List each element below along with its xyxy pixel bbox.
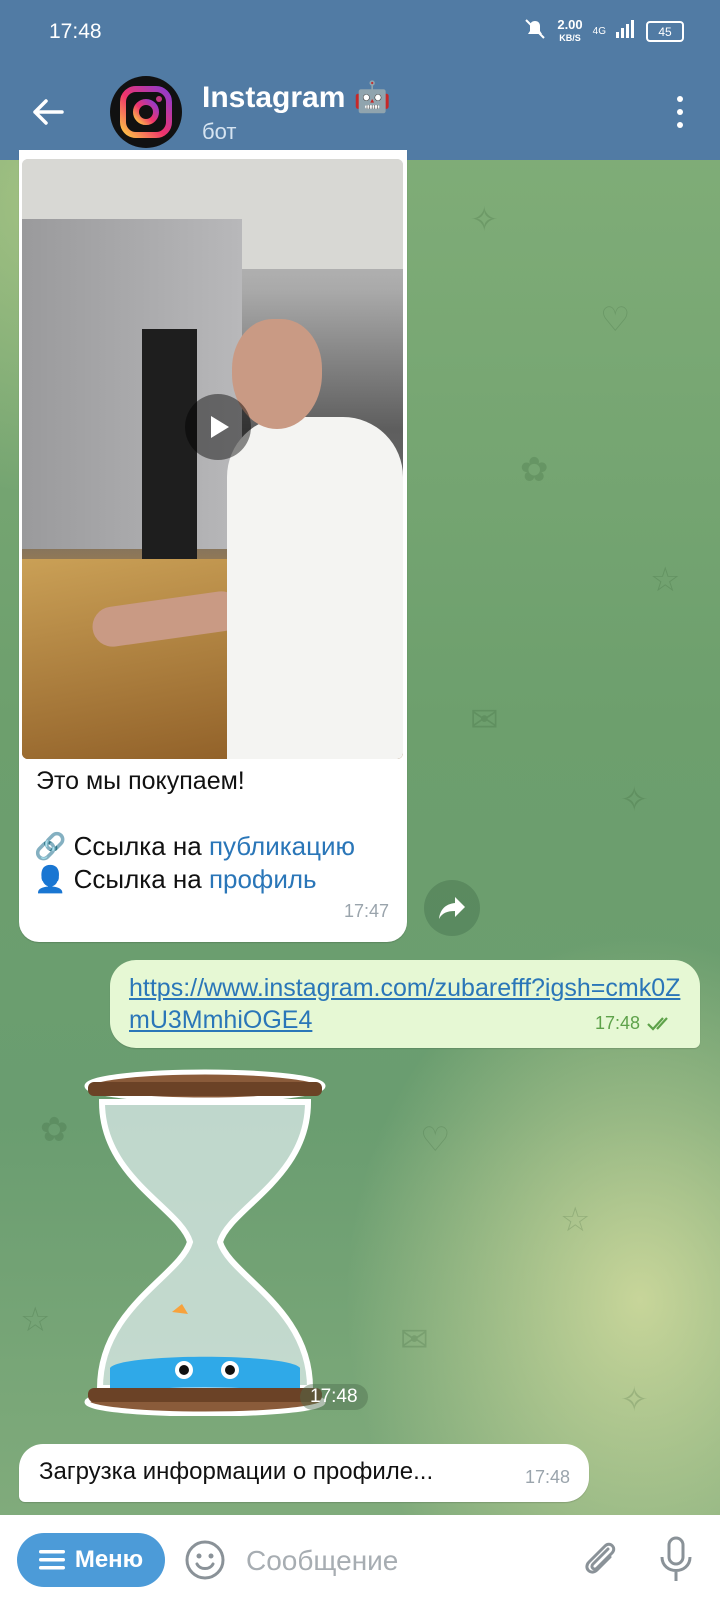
arrow-left-icon	[33, 99, 64, 125]
message-time: 17:48	[594, 1013, 640, 1033]
message-time-row: 17:48	[595, 1013, 674, 1034]
loading-text: Загрузка информации о профиле...	[39, 1458, 434, 1485]
background-doodle: ✧	[470, 200, 499, 240]
status-icons: 2.00 KB/S 4G 45	[523, 18, 684, 45]
background-doodle: ☆	[650, 560, 681, 600]
chat-title[interactable]: Instagram 🤖	[202, 80, 391, 115]
background-doodle: ✧	[620, 1380, 649, 1420]
background-doodle: ☆	[560, 1200, 591, 1240]
network-type: 4G	[592, 26, 606, 37]
attach-button[interactable]	[578, 1537, 622, 1581]
background-doodle: ✿	[520, 450, 549, 490]
speed-unit: KB/S	[559, 33, 581, 43]
hourglass-icon	[84, 1069, 326, 1417]
menu-label: Меню	[74, 1546, 144, 1573]
status-time: 17:48	[49, 20, 102, 43]
mute-icon	[523, 18, 547, 45]
message-time: 17:48	[524, 1467, 570, 1487]
profile-link[interactable]: профиль	[209, 864, 317, 894]
share-button[interactable]	[424, 880, 480, 936]
background-doodle: ♡	[420, 1120, 451, 1160]
sticker-time: 17:48	[300, 1384, 368, 1410]
chat-subtitle: бот	[202, 119, 237, 144]
battery-icon: 45	[646, 21, 684, 42]
avatar[interactable]	[110, 76, 182, 148]
message-time: 17:47	[343, 901, 389, 921]
video-preview[interactable]	[22, 159, 403, 759]
signal-icon	[616, 20, 636, 43]
link-prefix: Ссылка на	[73, 831, 202, 861]
speed-value: 2.00	[557, 17, 583, 32]
link-prefix: Ссылка на	[73, 864, 202, 894]
publication-link[interactable]: публикацию	[209, 831, 355, 861]
message-caption: Это мы покупаем!	[36, 767, 245, 795]
background-doodle: ✉	[400, 1320, 429, 1360]
microphone-icon	[660, 1536, 692, 1581]
more-options-button[interactable]	[670, 92, 690, 132]
back-button[interactable]	[28, 92, 68, 132]
outgoing-message: https://www.instagram.com/zubarefff?igsh…	[110, 960, 700, 1048]
smiley-icon	[185, 1540, 225, 1580]
play-icon	[211, 416, 229, 438]
background-doodle: ✉	[470, 700, 499, 740]
double-check-icon	[647, 1016, 668, 1031]
message-input-bar: Меню	[0, 1515, 720, 1600]
microphone-button[interactable]	[654, 1535, 698, 1583]
emoji-button[interactable]	[184, 1539, 226, 1581]
paperclip-icon	[585, 1542, 616, 1574]
background-doodle: ☆	[20, 1300, 51, 1340]
message-input[interactable]	[244, 1535, 568, 1587]
bot-menu-button[interactable]: Меню	[17, 1533, 165, 1587]
person-icon: 👤	[34, 864, 67, 894]
network-speed: 2.00 KB/S	[557, 17, 583, 44]
link-icon: 🔗	[34, 831, 67, 861]
background-doodle: ✿	[40, 1110, 69, 1150]
hourglass-sticker[interactable]	[80, 1068, 330, 1417]
incoming-message: Это мы покупаем! 🔗 Ссылка на публикацию …	[19, 150, 407, 942]
hamburger-icon	[38, 1550, 65, 1570]
loading-message: Загрузка информации о профиле... 17:48	[19, 1444, 589, 1502]
background-doodle: ✧	[620, 780, 649, 820]
profile-link-line: 👤 Ссылка на профиль	[34, 864, 317, 895]
share-icon	[439, 897, 465, 919]
background-doodle: ♡	[600, 300, 631, 340]
play-button[interactable]	[185, 394, 251, 460]
more-vert-icon	[677, 96, 683, 102]
instagram-logo-icon	[120, 86, 172, 138]
publication-link-line: 🔗 Ссылка на публикацию	[34, 831, 355, 862]
app-header: 17:48 2.00 KB/S 4G 45 Instagram 🤖 бот	[0, 0, 720, 160]
